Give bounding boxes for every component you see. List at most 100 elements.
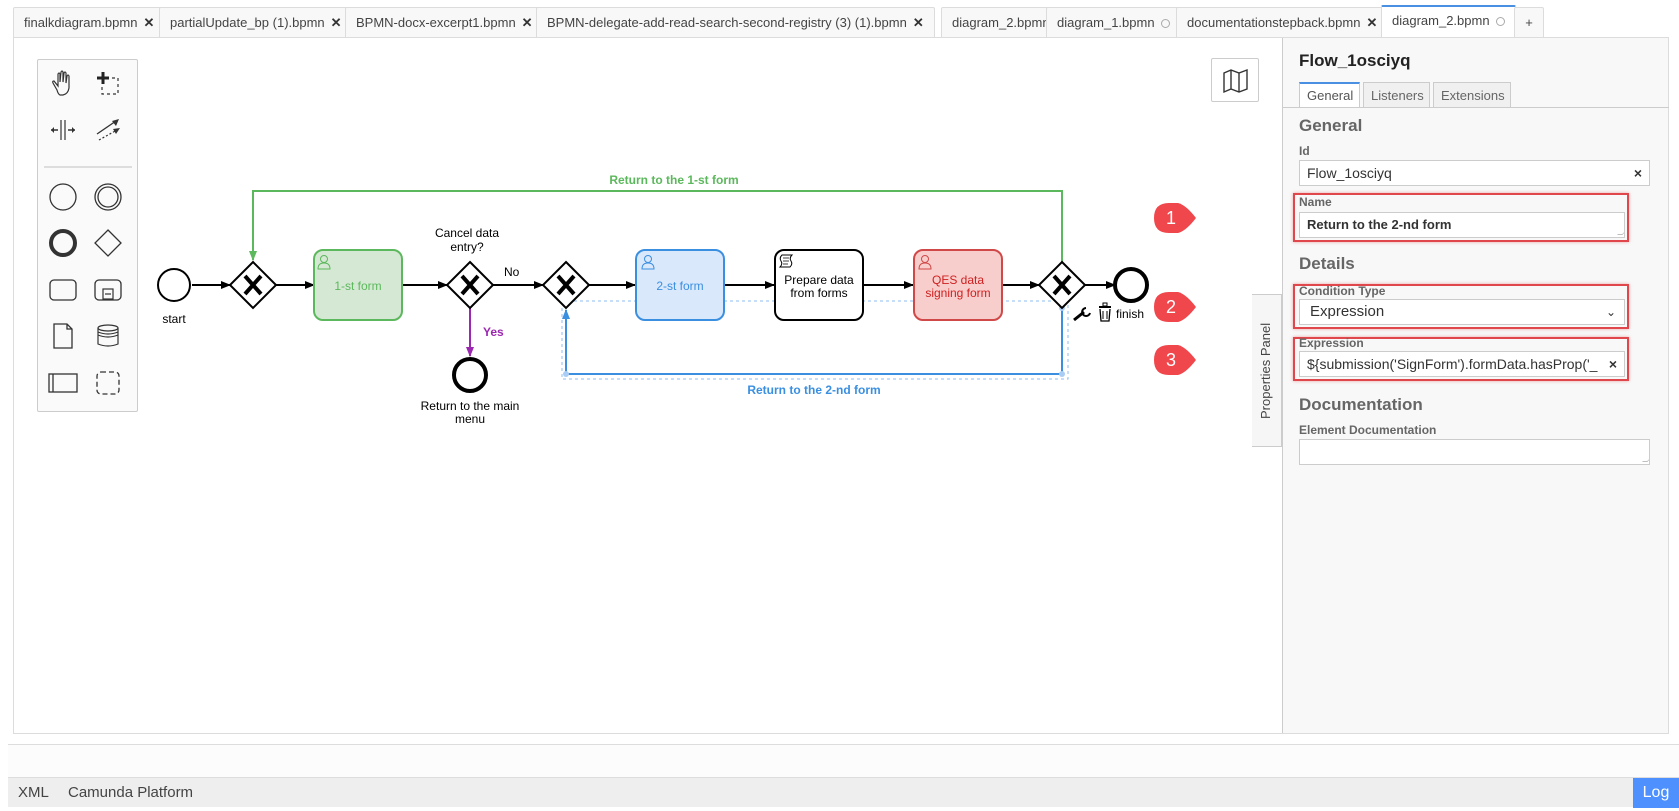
pool-icon — [48, 373, 78, 393]
tab-listeners[interactable]: Listeners — [1363, 82, 1430, 108]
tab-documentationstepback[interactable]: documentationstepback.bpmn ✕ — [1176, 7, 1389, 38]
exclusive-gateway-4[interactable] — [1037, 260, 1087, 310]
element-title: Flow_1osciyq — [1299, 51, 1411, 70]
bendpoint-handle[interactable] — [563, 371, 569, 377]
close-icon[interactable]: ✕ — [913, 15, 924, 30]
callout-marker-1: 1 — [1154, 203, 1196, 233]
tab-label: BPMN-docx-excerpt1.bpmn — [356, 15, 516, 30]
tab-partialupdate[interactable]: partialUpdate_bp (1).bpmn ✕ — [159, 7, 353, 38]
log-button[interactable]: Log — [1633, 778, 1679, 808]
end-event-finish-label: finish — [1116, 307, 1144, 321]
task-label-line1: Prepare data — [784, 273, 854, 287]
tabs-divider — [1283, 107, 1669, 108]
space-icon — [51, 120, 75, 140]
tab-label: diagram_1.bpmn — [1057, 15, 1155, 30]
group-icon — [96, 371, 120, 395]
condition-type-value: Expression — [1310, 303, 1385, 320]
hand-icon — [52, 70, 70, 96]
connect-icon — [96, 119, 120, 141]
task-label-line1: QES data — [932, 273, 984, 287]
resize-handle-icon[interactable] — [1617, 230, 1624, 235]
close-icon[interactable]: ✕ — [1366, 15, 1377, 30]
exclusive-gateway-cancel[interactable] — [445, 260, 495, 310]
space-tool[interactable] — [43, 110, 83, 150]
clear-id-icon[interactable]: × — [1634, 161, 1642, 185]
create-data-object[interactable] — [43, 316, 83, 356]
exclusive-gateway-1[interactable] — [228, 260, 278, 310]
add-tab-button[interactable]: + — [1514, 7, 1544, 38]
element-documentation-textarea[interactable] — [1299, 439, 1650, 465]
lasso-tool[interactable] — [88, 64, 128, 104]
global-connect-tool[interactable] — [88, 110, 128, 150]
trash-icon[interactable] — [1099, 302, 1111, 322]
start-event-label: start — [162, 312, 186, 326]
tab-diagram-2-active[interactable]: diagram_2.bpmn — [1381, 5, 1516, 37]
diagram-canvas[interactable]: Return to the 1-st form Yes No Return to… — [14, 38, 1282, 733]
id-value: Flow_1osciyq — [1307, 165, 1392, 181]
create-task[interactable] — [43, 270, 83, 310]
minimap-toggle-button[interactable] — [1211, 58, 1259, 102]
expression-label: Expression — [1299, 336, 1364, 350]
tab-extensions[interactable]: Extensions — [1433, 82, 1511, 108]
group-documentation-title: Documentation — [1299, 395, 1423, 414]
user-task-2st-form[interactable]: 2-st form — [635, 249, 725, 321]
properties-panel: Flow_1osciyq General Listeners Extension… — [1282, 38, 1669, 733]
resize-handle-icon[interactable] — [1642, 457, 1649, 462]
wrench-icon[interactable] — [1073, 307, 1091, 322]
create-start-event[interactable] — [43, 177, 83, 217]
flow-return-to-second-form-label: Return to the 2-nd form — [747, 383, 880, 397]
script-task-prepare-data[interactable]: Prepare data from forms — [774, 249, 864, 321]
task-label-line2: signing form — [925, 286, 990, 300]
callout-number: 3 — [1165, 350, 1176, 370]
tab-bpmn-delegate[interactable]: BPMN-delegate-add-read-search-second-reg… — [536, 7, 935, 38]
tab-label: diagram_2.bpmn — [1392, 13, 1490, 28]
end-event-main-menu[interactable] — [452, 357, 488, 393]
data-object-icon — [53, 323, 73, 349]
expression-value: ${submission('SignForm').formData.hasPro… — [1307, 356, 1598, 372]
create-intermediate-event[interactable] — [88, 177, 128, 217]
flow-yes-label: Yes — [483, 325, 504, 339]
properties-panel-toggle[interactable]: Properties Panel — [1252, 294, 1282, 447]
task-label-line2: from forms — [790, 286, 847, 300]
chevron-down-icon: ⌄ — [1605, 305, 1616, 319]
subprocess-icon — [94, 279, 122, 301]
bendpoint-handle[interactable] — [1059, 371, 1065, 377]
tab-general[interactable]: General — [1299, 82, 1360, 108]
tab-label: finalkdiagram.bpmn — [24, 15, 138, 30]
user-task-1st-form[interactable]: 1-st form — [313, 249, 403, 321]
tab-diagram-1[interactable]: diagram_1.bpmn — [1046, 7, 1181, 38]
gateway-cancel-label-line1: Cancel data — [435, 226, 499, 240]
start-event-icon — [49, 183, 77, 211]
tab-label: documentationstepback.bpmn — [1187, 15, 1361, 30]
tab-finalkdiagram[interactable]: finalkdiagram.bpmn ✕ — [13, 7, 166, 38]
task-label: 2-st form — [656, 279, 703, 293]
bpmn-diagram[interactable]: Return to the 1-st form Yes No Return to… — [14, 38, 1282, 733]
unsaved-indicator-icon[interactable] — [1160, 19, 1170, 28]
data-store-icon — [97, 324, 119, 347]
end-event-finish[interactable] — [1113, 267, 1149, 303]
create-group[interactable] — [88, 363, 128, 403]
tab-bpmn-docx-excerpt1[interactable]: BPMN-docx-excerpt1.bpmn ✕ — [345, 7, 544, 38]
hand-tool[interactable] — [43, 64, 83, 104]
group-details-title: Details — [1299, 254, 1355, 273]
clear-expression-icon[interactable]: × — [1604, 352, 1617, 376]
xml-button[interactable]: XML — [18, 778, 49, 807]
create-subprocess[interactable] — [88, 270, 128, 310]
user-task-qes-signing[interactable]: QES data signing form — [913, 249, 1003, 321]
create-gateway[interactable] — [88, 223, 128, 263]
gateway-icon — [94, 229, 122, 257]
expression-input[interactable]: ${submission('SignForm').formData.hasPro… — [1299, 351, 1625, 377]
create-data-store[interactable] — [88, 316, 128, 356]
close-icon[interactable]: ✕ — [143, 15, 154, 30]
name-textarea[interactable]: Return to the 2-nd form — [1299, 212, 1625, 238]
id-input[interactable]: Flow_1osciyq × — [1299, 160, 1650, 186]
create-pool[interactable] — [43, 363, 83, 403]
condition-type-select[interactable]: Expression ⌄ — [1299, 299, 1625, 325]
unsaved-indicator-icon[interactable] — [1495, 17, 1505, 26]
create-end-event[interactable] — [43, 223, 83, 263]
execution-platform-button[interactable]: Camunda Platform — [68, 778, 193, 807]
close-icon[interactable]: ✕ — [522, 15, 533, 30]
lasso-icon — [97, 72, 119, 95]
close-icon[interactable]: ✕ — [331, 15, 342, 30]
start-event[interactable] — [157, 268, 191, 302]
